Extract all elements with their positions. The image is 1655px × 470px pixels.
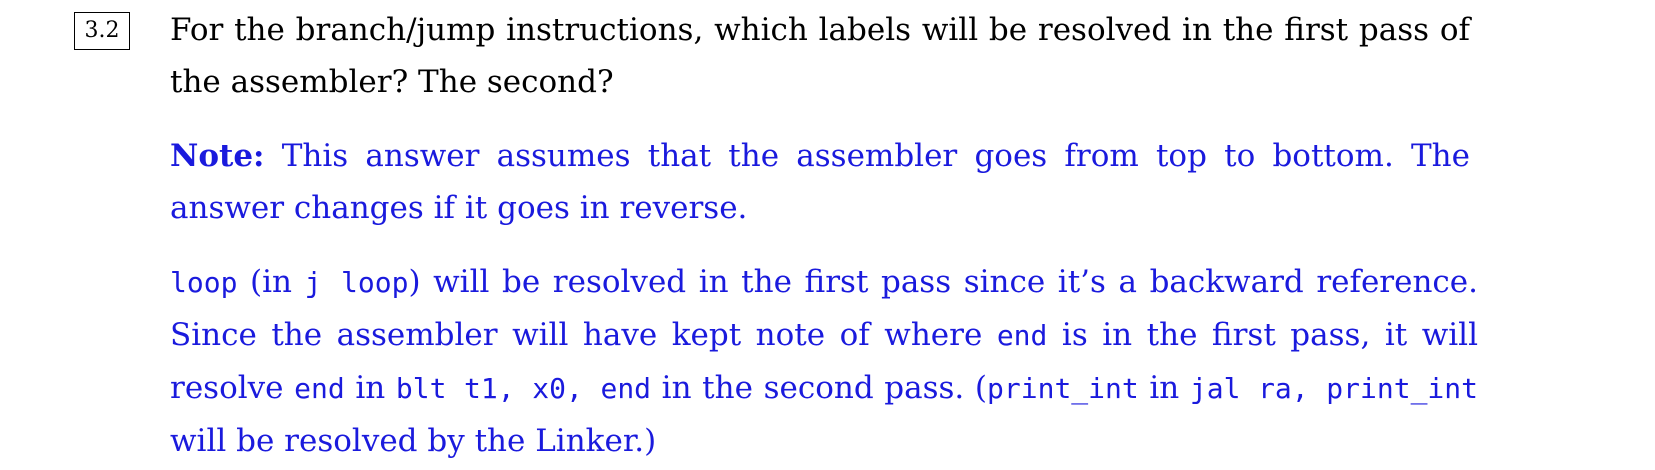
code-jal-instruction: jal ra, print_int	[1189, 372, 1478, 405]
answer-explanation: loop (in j loop) will be resolved in the…	[170, 256, 1478, 467]
document-page: 3.2 For the branch/jump instructions, wh…	[0, 0, 1655, 470]
explanation-text-6: in	[1138, 370, 1190, 406]
explanation-text-4: in	[344, 370, 396, 406]
explanation-text-1: (in	[237, 264, 305, 300]
question-number-box: 3.2	[74, 12, 130, 50]
code-j-loop: j loop	[304, 266, 409, 299]
question-text: For the branch/jump instructions, which …	[170, 12, 1470, 100]
answer-note: Note: This answer assumes that the assem…	[170, 130, 1470, 234]
code-blt-instruction: blt t1, x0, end	[395, 372, 652, 405]
code-loop: loop	[170, 266, 238, 299]
code-end: end	[294, 372, 345, 405]
note-label: Note:	[170, 138, 265, 174]
code-end: end	[996, 319, 1048, 352]
note-text: This answer assumes that the assembler g…	[170, 138, 1470, 226]
explanation-text-5: in the second pass. (	[651, 370, 988, 406]
question-content: For the branch/jump instructions, which …	[170, 4, 1478, 467]
code-print-int: print_int	[987, 372, 1139, 405]
explanation-text-7: will be resolved by the Linker.)	[170, 423, 657, 459]
